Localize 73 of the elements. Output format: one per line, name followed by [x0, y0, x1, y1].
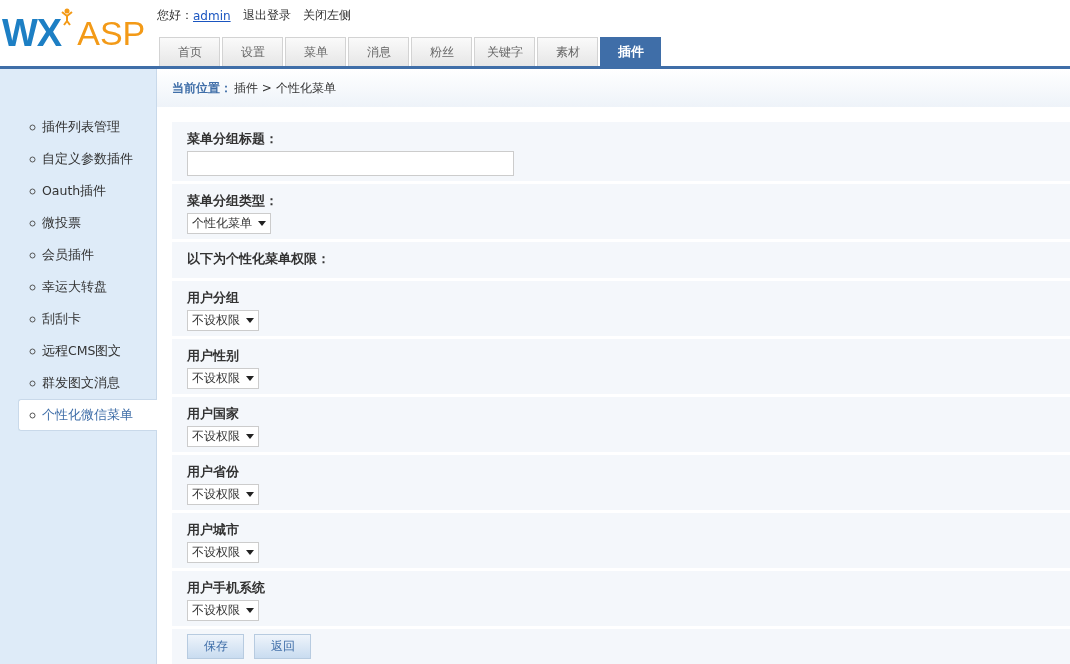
form-button[interactable]: 返回: [254, 634, 311, 659]
nav-tab[interactable]: 菜单: [285, 37, 346, 66]
input-field[interactable]: [187, 151, 514, 176]
form-button[interactable]: 保存: [187, 634, 244, 659]
sidebar-item-label: 微投票: [42, 214, 81, 232]
field-label: 菜单分组类型：: [187, 192, 279, 210]
sidebar-item-label: 群发图文消息: [42, 374, 120, 392]
sidebar-item-label: 自定义参数插件: [42, 150, 133, 168]
bullet-icon: [29, 283, 36, 291]
nav-tab[interactable]: 插件: [600, 37, 661, 66]
dropdown[interactable]: 个性化菜单: [187, 213, 271, 234]
dropdown[interactable]: 不设权限: [187, 484, 259, 505]
bullet-icon: [29, 379, 36, 387]
username-link[interactable]: admin: [193, 8, 231, 23]
caret-icon: [246, 492, 254, 497]
bullet-icon: [29, 411, 36, 419]
sidebar-item-label: Oauth插件: [42, 182, 107, 200]
sidebar-item[interactable]: Oauth插件: [18, 175, 157, 207]
bullet-icon: [29, 219, 36, 227]
field-label: 用户性别: [187, 347, 240, 365]
logo-text: WX: [2, 11, 62, 55]
nav-tab[interactable]: 首页: [159, 37, 220, 66]
sidebar-item[interactable]: 刮刮卡: [18, 303, 157, 335]
breadcrumb-path: 插件 > 个性化菜单: [234, 79, 336, 97]
dropdown[interactable]: 不设权限: [187, 542, 259, 563]
sidebar-item-label: 远程CMS图文: [42, 342, 122, 360]
caret-icon: [246, 550, 254, 555]
sidebar-item[interactable]: 远程CMS图文: [18, 335, 157, 367]
sidebar-item-label: 会员插件: [42, 246, 94, 264]
greeting-text: 您好：: [157, 7, 193, 24]
field-label: 以下为个性化菜单权限：: [187, 250, 331, 268]
caret-icon: [246, 608, 254, 613]
dropdown[interactable]: 不设权限: [187, 368, 259, 389]
header-link[interactable]: 退出登录: [242, 7, 291, 24]
sidebar-item-label: 刮刮卡: [42, 310, 81, 328]
nav-tab[interactable]: 消息: [348, 37, 409, 66]
bullet-icon: [29, 347, 36, 355]
caret-icon: [246, 434, 254, 439]
nav-tab[interactable]: 关键字: [474, 37, 535, 66]
sidebar-item-label: 幸运大转盘: [42, 278, 107, 296]
bullet-icon: [29, 155, 36, 163]
dropdown[interactable]: 不设权限: [187, 426, 259, 447]
bullet-icon: [29, 251, 36, 259]
caret-icon: [246, 376, 254, 381]
caret-icon: [246, 318, 254, 323]
caret-icon: [258, 221, 266, 226]
nav-tab[interactable]: 素材: [537, 37, 598, 66]
sidebar-item[interactable]: 幸运大转盘: [18, 271, 157, 303]
bullet-icon: [29, 315, 36, 323]
field-label: 用户分组: [187, 289, 240, 307]
field-label: 用户国家: [187, 405, 240, 423]
sidebar-item[interactable]: 插件列表管理: [18, 111, 157, 143]
field-label: 菜单分组标题：: [187, 130, 279, 148]
dropdown[interactable]: 不设权限: [187, 310, 259, 331]
sidebar-item[interactable]: 群发图文消息: [18, 367, 157, 399]
bullet-icon: [29, 123, 36, 131]
dropdown[interactable]: 不设权限: [187, 600, 259, 621]
sidebar-item[interactable]: 微投票: [18, 207, 157, 239]
header-link[interactable]: 关闭左侧: [302, 7, 351, 24]
field-label: 用户城市: [187, 521, 240, 539]
sidebar-item-label: 个性化微信菜单: [42, 406, 133, 424]
breadcrumb-label: 当前位置：: [172, 79, 232, 97]
sidebar-item[interactable]: 会员插件: [18, 239, 157, 271]
field-label: 用户手机系统: [187, 579, 266, 597]
sidebar-item[interactable]: 个性化微信菜单: [18, 399, 157, 431]
nav-tab[interactable]: 设置: [222, 37, 283, 66]
field-label: 用户省份: [187, 463, 240, 481]
bullet-icon: [29, 187, 36, 195]
logo-text: ASP: [77, 13, 146, 53]
nav-tab[interactable]: 粉丝: [411, 37, 472, 66]
figure-icon: [61, 8, 74, 26]
sidebar-item-label: 插件列表管理: [42, 118, 120, 136]
sidebar-item[interactable]: 自定义参数插件: [18, 143, 157, 175]
